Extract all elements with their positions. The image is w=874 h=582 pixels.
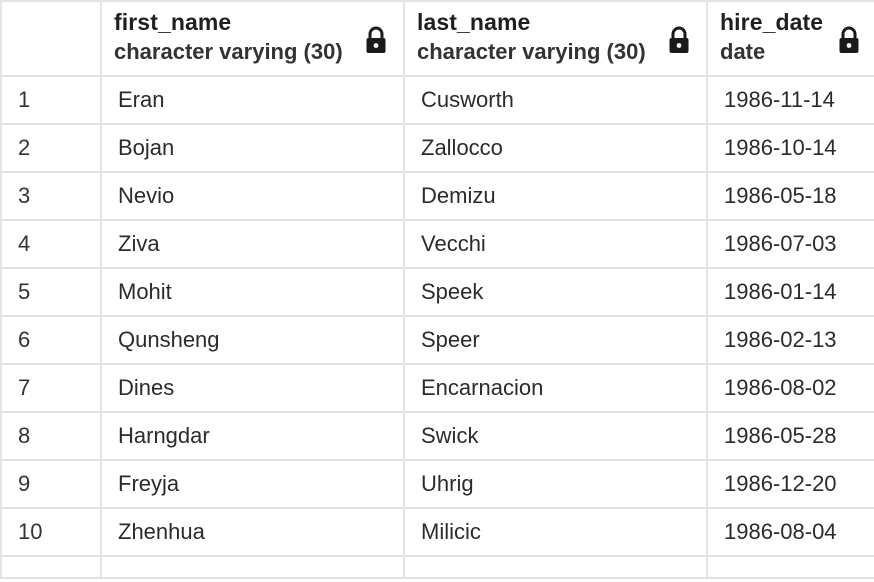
row-number-cell[interactable]: 9 — [0, 459, 102, 509]
first-name-cell[interactable]: Harngdar — [100, 411, 405, 461]
first-name-cell[interactable]: Eran — [100, 75, 405, 125]
empty-cell — [706, 555, 874, 579]
first-name-cell[interactable]: Dines — [100, 363, 405, 413]
hire-date-cell[interactable]: 1986-05-18 — [706, 171, 874, 221]
hire-date-cell[interactable]: 1986-08-04 — [706, 507, 874, 557]
first-name-cell[interactable]: Zhenhua — [100, 507, 405, 557]
hire-date-cell[interactable]: 1986-07-03 — [706, 219, 874, 269]
last-name-cell[interactable]: Swick — [403, 411, 708, 461]
empty-cell — [0, 555, 102, 579]
table-row[interactable]: 8 Harngdar Swick 1986-05-28 — [0, 411, 874, 461]
lock-icon — [839, 26, 859, 53]
query-results-grid[interactable]: first_name character varying (30) last_n… — [0, 0, 874, 582]
column-header-hire-date[interactable]: hire_date date — [706, 0, 874, 77]
lock-icon — [669, 26, 689, 53]
table-row-partial — [0, 555, 874, 579]
column-type: character varying (30) — [114, 39, 343, 64]
column-name: first_name — [114, 9, 232, 35]
row-number-cell[interactable]: 4 — [0, 219, 102, 269]
last-name-cell[interactable]: Encarnacion — [403, 363, 708, 413]
table-row[interactable]: 9 Freyja Uhrig 1986-12-20 — [0, 459, 874, 509]
column-header-last-name[interactable]: last_name character varying (30) — [403, 0, 708, 77]
results-table: first_name character varying (30) last_n… — [0, 0, 874, 579]
row-number-cell[interactable]: 3 — [0, 171, 102, 221]
first-name-cell[interactable]: Freyja — [100, 459, 405, 509]
table-row[interactable]: 5 Mohit Speek 1986-01-14 — [0, 267, 874, 317]
column-name: last_name — [417, 9, 531, 35]
table-row[interactable]: 2 Bojan Zallocco 1986-10-14 — [0, 123, 874, 173]
first-name-cell[interactable]: Mohit — [100, 267, 405, 317]
row-number-cell[interactable]: 10 — [0, 507, 102, 557]
column-type: character varying (30) — [417, 39, 646, 64]
hire-date-cell[interactable]: 1986-01-14 — [706, 267, 874, 317]
empty-cell — [403, 555, 708, 579]
last-name-cell[interactable]: Speek — [403, 267, 708, 317]
hire-date-cell[interactable]: 1986-10-14 — [706, 123, 874, 173]
row-number-cell[interactable]: 5 — [0, 267, 102, 317]
row-number-header[interactable] — [0, 0, 102, 77]
table-row[interactable]: 6 Qunsheng Speer 1986-02-13 — [0, 315, 874, 365]
row-number-cell[interactable]: 8 — [0, 411, 102, 461]
first-name-cell[interactable]: Nevio — [100, 171, 405, 221]
row-number-cell[interactable]: 6 — [0, 315, 102, 365]
lock-icon — [366, 26, 386, 53]
hire-date-cell[interactable]: 1986-05-28 — [706, 411, 874, 461]
last-name-cell[interactable]: Demizu — [403, 171, 708, 221]
first-name-cell[interactable]: Bojan — [100, 123, 405, 173]
row-number-cell[interactable]: 2 — [0, 123, 102, 173]
last-name-cell[interactable]: Cusworth — [403, 75, 708, 125]
empty-cell — [100, 555, 405, 579]
row-number-cell[interactable]: 1 — [0, 75, 102, 125]
hire-date-cell[interactable]: 1986-11-14 — [706, 75, 874, 125]
table-row[interactable]: 10 Zhenhua Milicic 1986-08-04 — [0, 507, 874, 557]
last-name-cell[interactable]: Milicic — [403, 507, 708, 557]
hire-date-cell[interactable]: 1986-12-20 — [706, 459, 874, 509]
table-row[interactable]: 1 Eran Cusworth 1986-11-14 — [0, 75, 874, 125]
column-header-first-name[interactable]: first_name character varying (30) — [100, 0, 405, 77]
first-name-cell[interactable]: Qunsheng — [100, 315, 405, 365]
table-row[interactable]: 4 Ziva Vecchi 1986-07-03 — [0, 219, 874, 269]
table-row[interactable]: 3 Nevio Demizu 1986-05-18 — [0, 171, 874, 221]
first-name-cell[interactable]: Ziva — [100, 219, 405, 269]
last-name-cell[interactable]: Uhrig — [403, 459, 708, 509]
last-name-cell[interactable]: Zallocco — [403, 123, 708, 173]
last-name-cell[interactable]: Vecchi — [403, 219, 708, 269]
last-name-cell[interactable]: Speer — [403, 315, 708, 365]
header-row: first_name character varying (30) last_n… — [0, 0, 874, 77]
hire-date-cell[interactable]: 1986-08-02 — [706, 363, 874, 413]
hire-date-cell[interactable]: 1986-02-13 — [706, 315, 874, 365]
table-row[interactable]: 7 Dines Encarnacion 1986-08-02 — [0, 363, 874, 413]
row-number-cell[interactable]: 7 — [0, 363, 102, 413]
